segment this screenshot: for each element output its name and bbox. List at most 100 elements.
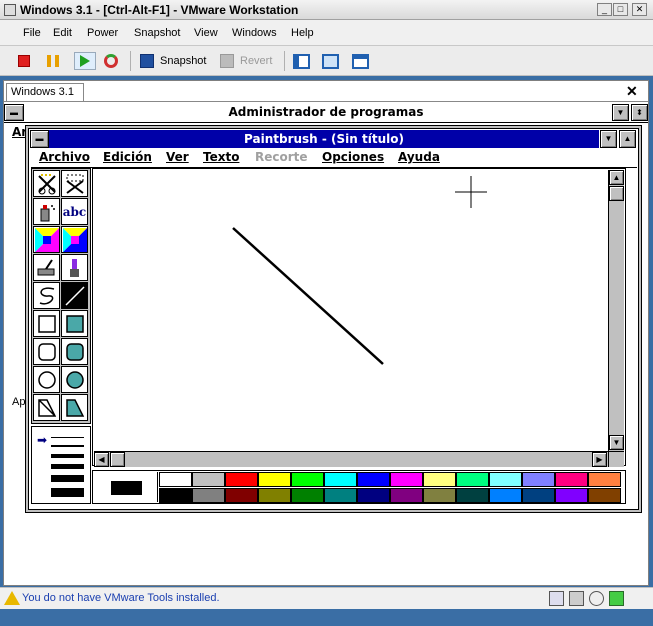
palette-swatch[interactable]	[423, 472, 456, 487]
vertical-scroll-thumb[interactable]	[609, 186, 624, 201]
airbrush-icon[interactable]	[33, 198, 60, 225]
palette-swatch[interactable]	[324, 472, 357, 487]
paintbrush-menubar: Archivo Edición Ver Texto Recorte Opcion…	[31, 148, 637, 168]
tab-close-icon[interactable]: ✕	[626, 83, 638, 100]
filled-rounded-box-icon[interactable]	[61, 338, 88, 365]
minimize-button[interactable]: _	[597, 3, 612, 16]
palette-swatch[interactable]	[390, 472, 423, 487]
reset-button[interactable]	[104, 52, 118, 70]
menu-help[interactable]: Help	[291, 27, 314, 39]
menu-view[interactable]: View	[194, 27, 218, 39]
snapshot-button[interactable]: Snapshot	[140, 52, 206, 70]
menu-file[interactable]: File	[23, 27, 41, 39]
scroll-right-button[interactable]: ▶	[592, 452, 607, 467]
menu-edit[interactable]: Edit	[53, 27, 72, 39]
cd-rom-icon[interactable]	[589, 591, 604, 606]
line-size-box[interactable]: ➡	[31, 426, 91, 504]
palette-swatch[interactable]	[291, 488, 324, 503]
menu-power[interactable]: Power	[87, 27, 118, 39]
palette-swatch[interactable]	[522, 472, 555, 487]
scroll-down-button[interactable]: ▼	[609, 435, 624, 450]
palette-swatch[interactable]	[225, 472, 258, 487]
palette-swatch[interactable]	[225, 488, 258, 503]
palette-swatch[interactable]	[159, 488, 192, 503]
palette-swatch[interactable]	[456, 472, 489, 487]
menu-opciones[interactable]: Opciones	[322, 150, 384, 164]
palette-swatch[interactable]	[489, 488, 522, 503]
fullscreen-button[interactable]	[322, 52, 339, 70]
brush-icon[interactable]	[61, 254, 88, 281]
filled-polygon-icon[interactable]	[61, 394, 88, 421]
menu-edicion[interactable]: Edición	[103, 150, 152, 164]
horizontal-scroll-thumb[interactable]	[110, 452, 125, 467]
pm-menu-partial[interactable]: Ar	[12, 125, 27, 139]
palette-swatch[interactable]	[588, 488, 621, 503]
menu-snapshot[interactable]: Snapshot	[134, 27, 180, 39]
pick-icon[interactable]	[61, 170, 88, 197]
paint-roller-icon[interactable]	[33, 254, 60, 281]
line-icon[interactable]	[61, 282, 88, 309]
palette-swatch[interactable]	[159, 472, 192, 487]
menu-windows[interactable]: Windows	[232, 27, 277, 39]
pm-maximize-button[interactable]: ⬍	[631, 104, 648, 121]
menu-archivo[interactable]: Archivo	[39, 150, 90, 164]
reset-icon	[104, 54, 118, 68]
circle-icon[interactable]	[33, 366, 60, 393]
horizontal-scrollbar[interactable]: ◀ ▶	[94, 451, 608, 467]
palette-swatch[interactable]	[456, 488, 489, 503]
scissors-icon[interactable]	[33, 170, 60, 197]
box-icon[interactable]	[33, 310, 60, 337]
network-icon[interactable]	[609, 591, 624, 606]
hard-disk-icon[interactable]	[549, 591, 564, 606]
drawing-canvas[interactable]	[92, 168, 626, 466]
filled-box-icon[interactable]	[61, 310, 88, 337]
pm-group-partial[interactable]: Ap	[12, 396, 25, 408]
power-on-button[interactable]	[74, 52, 96, 70]
suspend-button[interactable]	[47, 52, 59, 70]
color-eraser-icon[interactable]	[33, 226, 60, 253]
palette-swatch[interactable]	[357, 488, 390, 503]
palette-swatch[interactable]	[522, 488, 555, 503]
pm-minimize-button[interactable]: ▼	[612, 104, 629, 121]
pb-minimize-button[interactable]: ▼	[600, 130, 617, 148]
revert-button[interactable]: Revert	[220, 52, 272, 70]
palette-swatch[interactable]	[489, 472, 522, 487]
palette-swatch[interactable]	[390, 488, 423, 503]
scroll-up-button[interactable]: ▲	[609, 170, 624, 185]
palette-swatch[interactable]	[588, 472, 621, 487]
power-off-button[interactable]	[18, 52, 30, 70]
palette-swatch[interactable]	[555, 488, 588, 503]
close-button[interactable]: ✕	[632, 3, 647, 16]
scroll-left-button[interactable]: ◀	[94, 452, 109, 467]
pb-maximize-button[interactable]: ▲	[619, 130, 636, 148]
menu-texto[interactable]: Texto	[203, 150, 239, 164]
palette-swatch[interactable]	[192, 488, 225, 503]
curve-icon[interactable]	[33, 282, 60, 309]
palette-swatch[interactable]	[324, 488, 357, 503]
rounded-box-icon[interactable]	[33, 338, 60, 365]
menu-ayuda[interactable]: Ayuda	[398, 150, 440, 164]
floppy-drive-icon[interactable]	[569, 591, 584, 606]
menu-ver[interactable]: Ver	[166, 150, 189, 164]
status-message[interactable]: You do not have VMware Tools installed.	[22, 592, 220, 604]
filled-circle-icon[interactable]	[61, 366, 88, 393]
window-title: Windows 3.1 - [Ctrl-Alt-F1] - VMware Wor…	[20, 2, 299, 17]
pb-control-menu-button[interactable]: ▬	[30, 130, 49, 148]
palette-swatch[interactable]	[423, 488, 456, 503]
eraser-icon[interactable]	[61, 226, 88, 253]
sidebar-toggle-button[interactable]	[293, 52, 310, 70]
maximize-button[interactable]: □	[613, 3, 628, 16]
palette-swatch[interactable]	[258, 472, 291, 487]
sidebar-icon	[293, 53, 310, 69]
palette-swatch[interactable]	[291, 472, 324, 487]
program-manager-title-bar: ▬ Administrador de programas ▼ ⬍	[4, 103, 648, 123]
palette-swatch[interactable]	[555, 472, 588, 487]
text-icon[interactable]: abc	[61, 198, 88, 225]
quick-switch-button[interactable]	[352, 52, 369, 70]
tab-windows-31[interactable]: Windows 3.1	[6, 83, 84, 101]
palette-swatch[interactable]	[357, 472, 390, 487]
palette-swatch[interactable]	[258, 488, 291, 503]
polygon-icon[interactable]	[33, 394, 60, 421]
vertical-scrollbar[interactable]: ▲ ▼	[608, 170, 624, 452]
palette-swatch[interactable]	[192, 472, 225, 487]
